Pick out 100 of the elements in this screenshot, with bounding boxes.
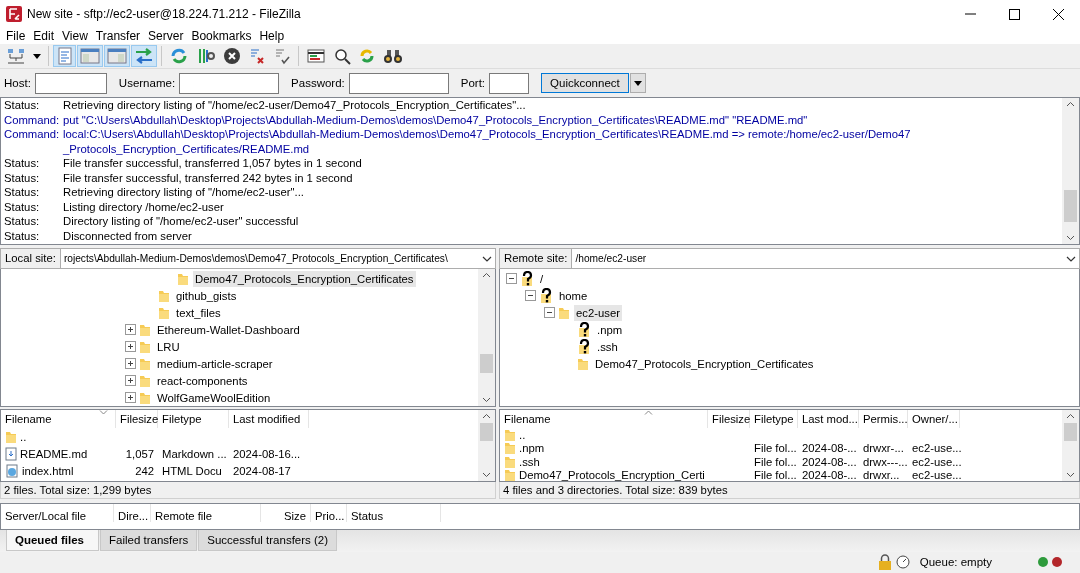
- chevron-down-icon[interactable]: [1066, 472, 1075, 478]
- folder-icon: [504, 441, 516, 456]
- column-header[interactable]: Server/Local file: [1, 504, 114, 522]
- tree-item[interactable]: .npm: [595, 321, 625, 338]
- expand-toggle[interactable]: [125, 375, 136, 386]
- arrows-icon: [134, 47, 154, 65]
- binoculars-icon: [383, 47, 403, 65]
- cancel-icon: [223, 47, 241, 65]
- menu-item[interactable]: Bookmarks: [187, 28, 256, 44]
- tab[interactable]: Queued files: [6, 530, 100, 551]
- column-header[interactable]: Status: [347, 504, 441, 522]
- folder-icon: [158, 288, 170, 303]
- table-cell: README.md: [20, 447, 88, 460]
- expand-toggle[interactable]: [125, 392, 136, 403]
- scrollbar-thumb[interactable]: [1064, 189, 1077, 223]
- question-mark-icon: [577, 321, 591, 338]
- tree-item[interactable]: home: [557, 287, 590, 304]
- scrollbar[interactable]: [478, 410, 495, 481]
- folder-icon: [577, 356, 589, 371]
- refresh-icon: [169, 46, 189, 66]
- scrollbar[interactable]: [478, 269, 495, 406]
- tree-item[interactable]: Ethereum-Wallet-Dashboard: [155, 321, 302, 338]
- menu-item[interactable]: View: [58, 28, 92, 44]
- padlock-icon: [877, 554, 892, 570]
- collapse-toggle[interactable]: [506, 273, 517, 284]
- column-header[interactable]: Owner/...: [908, 410, 960, 428]
- column-header[interactable]: Filesize: [708, 410, 750, 428]
- menu-item[interactable]: Transfer: [91, 28, 145, 44]
- column-header[interactable]: Filename: [1, 410, 116, 428]
- scrollbar[interactable]: [1062, 98, 1079, 244]
- scrollbar-thumb[interactable]: [480, 422, 493, 442]
- log-message: File transfer successful, transferred 1,057 bytes in 1 second: [63, 156, 362, 171]
- table-cell: HTML Docu: [162, 464, 222, 477]
- menu-item[interactable]: Edit: [29, 28, 59, 44]
- tree-item[interactable]: LRU: [155, 338, 182, 355]
- scrollbar-thumb[interactable]: [1064, 422, 1077, 442]
- log-label: Command:: [4, 113, 60, 126]
- tab[interactable]: Successful transfers (2): [198, 530, 338, 551]
- site-label: Local site:: [1, 249, 61, 268]
- table-cell: ec2-use...: [912, 442, 962, 455]
- quickconnect-button[interactable]: Quickconnect: [541, 73, 629, 93]
- column-header[interactable]: Last modified: [229, 410, 309, 428]
- tree-item[interactable]: ec2-user: [574, 304, 622, 321]
- table-cell: 2024-08-...: [802, 455, 857, 468]
- tree-item[interactable]: medium-article-scraper: [155, 355, 275, 372]
- tree-item[interactable]: react-components: [155, 372, 250, 389]
- menu-item[interactable]: Server: [144, 28, 188, 44]
- tree-item[interactable]: Demo47_Protocols_Encryption_Certificates: [593, 355, 816, 372]
- column-header[interactable]: Last mod...: [798, 410, 859, 428]
- dropdown-button[interactable]: [629, 73, 646, 93]
- question-mark-icon: [539, 287, 553, 304]
- table-cell: .npm: [519, 442, 545, 455]
- column-header[interactable]: Filetype: [158, 410, 229, 428]
- collapse-toggle[interactable]: [525, 290, 536, 301]
- menu-item[interactable]: Help: [255, 28, 289, 44]
- chevron-up-icon[interactable]: [482, 272, 491, 278]
- column-header[interactable]: Filename: [500, 410, 708, 428]
- log-label: Status:: [4, 229, 40, 242]
- chevron-down-icon: [1066, 255, 1076, 262]
- column-header[interactable]: Dire...: [114, 504, 151, 522]
- tree-item[interactable]: /: [538, 270, 546, 287]
- column-header[interactable]: Permis...: [859, 410, 908, 428]
- table-cell: File fol...: [754, 469, 797, 481]
- log-label: Status:: [4, 157, 40, 169]
- chevron-down-icon[interactable]: [1066, 235, 1075, 241]
- tree-item[interactable]: .ssh: [595, 338, 620, 355]
- globe-icon: [5, 463, 19, 478]
- chevron-down-icon[interactable]: [482, 397, 491, 403]
- folder-icon: [158, 305, 170, 320]
- table-cell: 2024-08-16...: [233, 447, 301, 460]
- column-header[interactable]: Filetype: [750, 410, 798, 428]
- column-header[interactable]: Remote file: [151, 504, 261, 522]
- scrollbar-thumb[interactable]: [480, 353, 493, 374]
- expand-toggle[interactable]: [125, 324, 136, 335]
- column-header[interactable]: Filesize: [116, 410, 158, 428]
- speedometer-icon: [895, 555, 910, 569]
- menu-item[interactable]: File: [2, 28, 30, 44]
- disconnect-icon: [248, 47, 266, 65]
- tab[interactable]: Failed transfers: [100, 530, 198, 551]
- tree-item[interactable]: Demo47_Protocols_Encryption_Certificates: [193, 270, 416, 287]
- chevron-up-icon[interactable]: [1066, 101, 1075, 107]
- input-field[interactable]: [179, 72, 280, 94]
- input-field[interactable]: [34, 72, 107, 94]
- tree-item[interactable]: text_files: [174, 304, 223, 321]
- tree-item[interactable]: WolfGameWoolEdition: [155, 389, 273, 406]
- panel-icon: [80, 47, 100, 65]
- input-field[interactable]: [489, 72, 530, 94]
- scrollbar[interactable]: [1062, 410, 1079, 481]
- column-header[interactable]: Prio...: [311, 504, 347, 522]
- chevron-down-icon[interactable]: [482, 472, 491, 478]
- caret-icon: [633, 80, 642, 86]
- input-field[interactable]: [348, 72, 449, 94]
- expand-toggle[interactable]: [125, 358, 136, 369]
- table-cell: drwx---...: [863, 455, 908, 468]
- tree-item[interactable]: github_gists: [174, 287, 239, 304]
- collapse-toggle[interactable]: [544, 307, 555, 318]
- chevron-up-icon[interactable]: [1066, 413, 1075, 419]
- expand-toggle[interactable]: [125, 341, 136, 352]
- column-header[interactable]: Size: [261, 504, 311, 522]
- chevron-up-icon[interactable]: [482, 413, 491, 419]
